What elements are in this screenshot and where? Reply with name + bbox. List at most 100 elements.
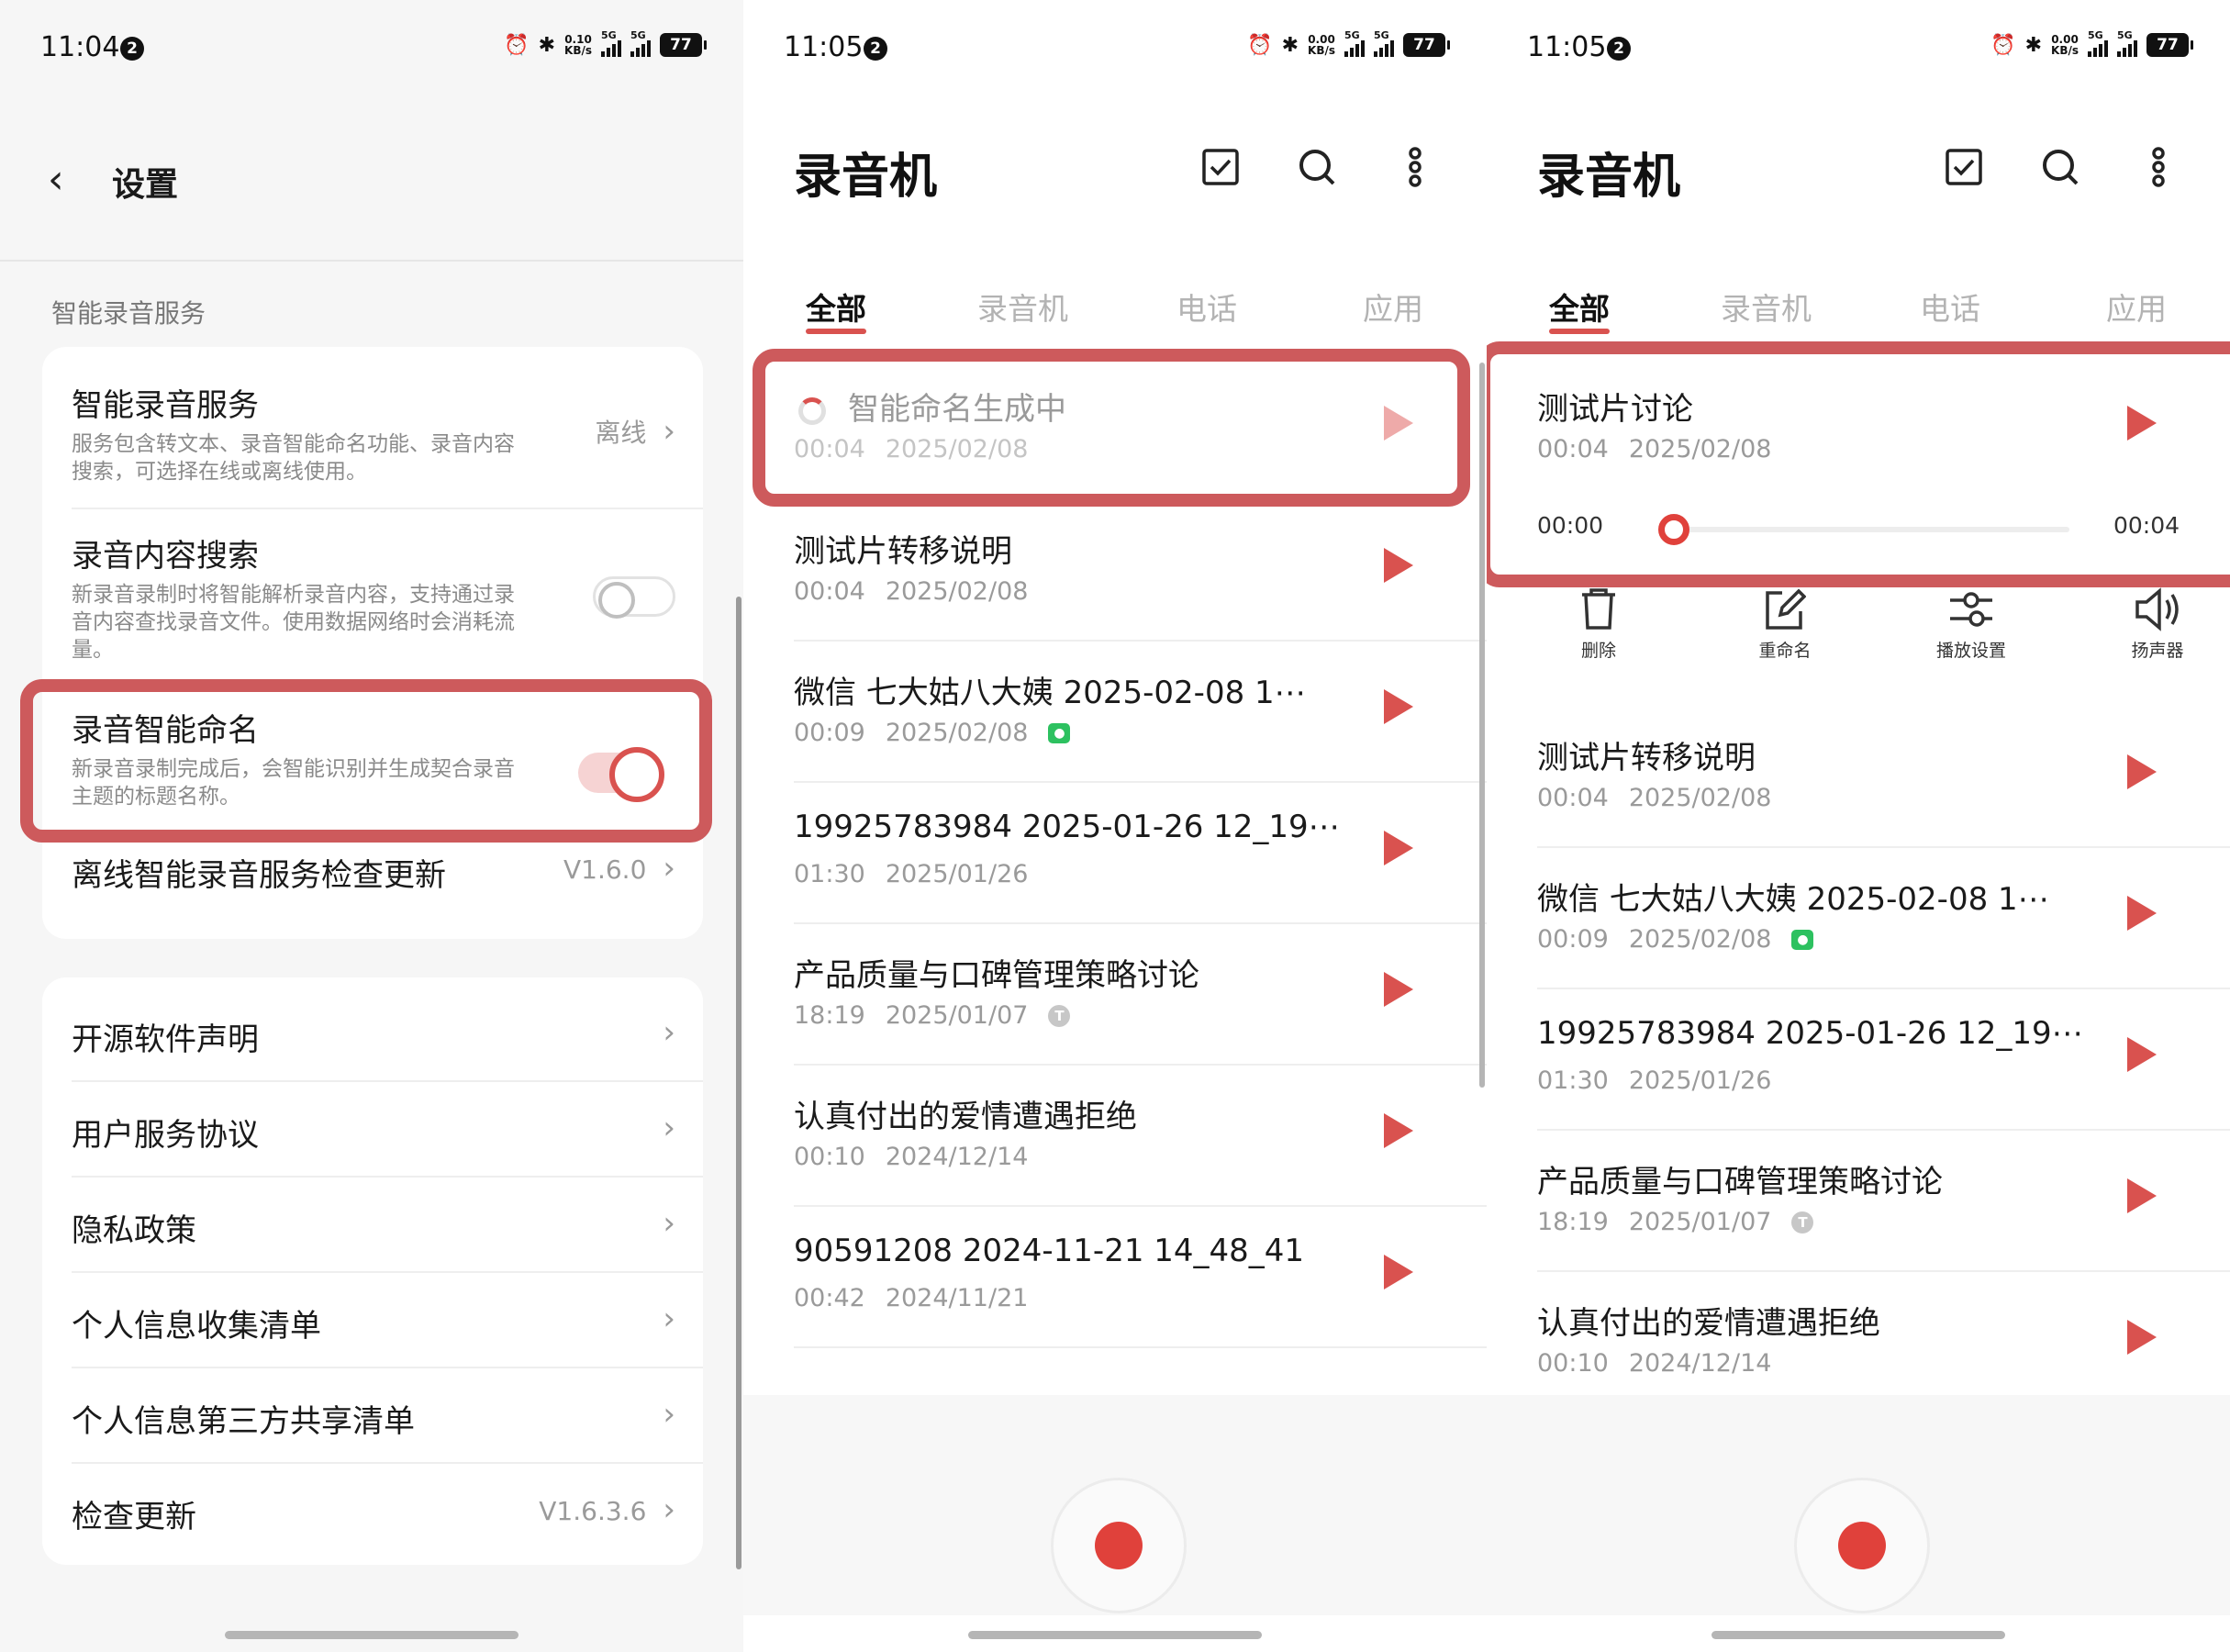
play-icon[interactable] — [2127, 754, 2157, 789]
wechat-icon: ● — [1048, 722, 1071, 743]
chevron-right-icon: › — [663, 1110, 675, 1146]
setting-title: 个人信息第三方共享清单 — [72, 1403, 415, 1440]
home-indicator[interactable] — [225, 1631, 518, 1639]
list-item[interactable]: 测试片转移说明 00:04 2025/02/08 — [794, 500, 1487, 642]
setting-check-update[interactable]: 检查更新 V1.6.3.6 › — [72, 1491, 675, 1546]
speaker-icon — [2135, 587, 2179, 631]
scrollbar[interactable] — [1479, 363, 1485, 1088]
chevron-right-icon: › — [663, 1396, 675, 1433]
tab-apps[interactable]: 应用 — [1363, 285, 1423, 329]
setting-desc: 服务包含转文本、录音智能命名功能、录音内容搜索，可选择在线或离线使用。 — [72, 432, 515, 484]
setting-open-source[interactable]: 开源软件声明 › — [72, 1014, 675, 1069]
bluetooth-icon: ✱ — [1281, 33, 1299, 57]
record-dot-icon — [1095, 1522, 1143, 1569]
select-checkbox-icon[interactable] — [1200, 147, 1241, 187]
setting-offline-update[interactable]: 离线智能录音服务检查更新 V1.6.0 › — [72, 850, 675, 914]
signal-icon: 5G — [1344, 29, 1365, 57]
record-bar — [1487, 1395, 2230, 1615]
setting-user-agreement[interactable]: 用户服务协议 › — [72, 1110, 675, 1165]
tab-recorder[interactable]: 录音机 — [977, 285, 1068, 329]
app-title: 录音机 — [1537, 150, 1681, 205]
play-icon[interactable] — [1384, 972, 1413, 1007]
more-options-icon[interactable] — [2138, 147, 2179, 187]
status-bar: 11:04 2 ⏰ ✱ 0.10 KB/s 5G 5G 77 — [0, 0, 743, 101]
tab-apps[interactable]: 应用 — [2106, 285, 2167, 329]
signal-icon: 5G — [630, 29, 651, 57]
play-icon[interactable] — [1384, 831, 1413, 865]
setting-content-search: 录音内容搜索 新录音录制时将智能解析录音内容，支持通过录音内容查找录音文件。使用… — [72, 530, 675, 668]
list-item[interactable]: 微信 七大姑八大姨 2025-02-08 1⋯ 00:09 2025/02/08 ● — [1537, 848, 2230, 989]
notification-count-icon: 2 — [1607, 37, 1631, 61]
status-bar: 11:05 2 ⏰ ✱ 0.00 KB/s 5G 5G 77 — [743, 0, 1487, 101]
tab-phone[interactable]: 电话 — [1920, 285, 1980, 329]
home-indicator[interactable] — [1712, 1631, 2005, 1639]
setting-desc: 新录音录制时将智能解析录音内容，支持通过录音内容查找录音文件。使用数据网络时会消… — [72, 583, 515, 662]
tab-all[interactable]: 全部 — [1549, 285, 1610, 334]
play-icon[interactable] — [2127, 1320, 2157, 1355]
bluetooth-icon: ✱ — [2024, 33, 2043, 57]
status-icons: ⏰ ✱ 0.00 KB/s 5G 5G 77 — [1247, 29, 1450, 57]
content-search-toggle[interactable] — [593, 576, 675, 619]
settings-sliders-icon — [1950, 592, 1992, 627]
play-icon[interactable] — [1384, 548, 1413, 583]
trash-icon — [1582, 588, 1615, 630]
list-item[interactable]: 产品质量与口碑管理策略讨论 18:19 2025/01/07 T — [1537, 1131, 2230, 1272]
bluetooth-icon: ✱ — [538, 33, 556, 57]
chevron-right-icon: › — [663, 413, 675, 450]
select-checkbox-icon[interactable] — [1944, 147, 1984, 187]
play-icon[interactable] — [1384, 1113, 1413, 1148]
signal-icon: 5G — [1374, 29, 1394, 57]
battery-icon: 77 — [1403, 33, 1450, 57]
playback-settings-button[interactable]: 播放设置 — [1916, 587, 2026, 662]
chevron-right-icon: › — [663, 1300, 675, 1337]
scrollbar[interactable] — [736, 597, 741, 1569]
play-icon[interactable] — [2127, 1178, 2157, 1213]
delete-button[interactable]: 删除 — [1544, 587, 1654, 662]
search-icon[interactable] — [2040, 147, 2080, 187]
record-dot-icon — [1838, 1522, 1886, 1569]
recorder-list-screen: 11:05 2 ⏰ ✱ 0.00 KB/s 5G 5G 77 录音机 全部 录音机… — [743, 0, 1487, 1652]
list-item[interactable]: 认真付出的爱情遭遇拒绝 00:10 2024/12/14 — [794, 1066, 1487, 1207]
list-item[interactable]: 认真付出的爱情遭遇拒绝 00:10 2024/12/14 — [1537, 1272, 2207, 1413]
rename-button[interactable]: 重命名 — [1730, 587, 1840, 662]
setting-title: 智能录音服务 — [72, 387, 259, 424]
page-title: 设置 — [112, 166, 179, 204]
list-item[interactable]: 19925783984 2025-01-26 12_19⋯ 01:30 2025/… — [1537, 989, 2230, 1131]
battery-icon: 77 — [2146, 33, 2193, 57]
alarm-icon: ⏰ — [1990, 33, 2016, 57]
search-icon[interactable] — [1297, 147, 1337, 187]
tab-phone[interactable]: 电话 — [1176, 285, 1237, 329]
status-time: 11:04 — [40, 31, 120, 63]
transcript-badge-icon: T — [1048, 1004, 1071, 1027]
setting-value: 离线 — [595, 418, 647, 448]
wechat-icon: ● — [1791, 929, 1814, 950]
list-item[interactable]: 微信 七大姑八大姨 2025-02-08 1⋯ 00:09 2025/02/08 ● — [794, 642, 1487, 783]
speaker-button[interactable]: 扬声器 — [2102, 587, 2213, 662]
setting-value: V1.6.0 — [563, 854, 647, 885]
setting-value: V1.6.3.6 — [539, 1496, 647, 1526]
more-options-icon[interactable] — [1395, 147, 1435, 187]
setting-third-party-sharing[interactable]: 个人信息第三方共享清单 › — [72, 1396, 675, 1451]
record-button[interactable] — [1051, 1478, 1187, 1613]
list-item[interactable]: 测试片转移说明 00:04 2025/02/08 — [1537, 707, 2230, 848]
play-icon[interactable] — [1384, 1255, 1413, 1289]
home-indicator[interactable] — [968, 1631, 1262, 1639]
list-item[interactable]: 19925783984 2025-01-26 12_19⋯ 01:30 2025/… — [794, 783, 1487, 924]
list-item[interactable]: 90591208 2024-11-21 14_48_41 00:42 2024/1… — [794, 1207, 1487, 1348]
setting-info-collection[interactable]: 个人信息收集清单 › — [72, 1300, 675, 1356]
item-actions: 删除 重命名 播放设置 扬声器 — [1487, 587, 2230, 679]
tab-recorder[interactable]: 录音机 — [1721, 285, 1812, 329]
setting-privacy-policy[interactable]: 隐私政策 › — [72, 1205, 675, 1260]
play-icon[interactable] — [2127, 1037, 2157, 1072]
chevron-right-icon: › — [663, 1205, 675, 1242]
record-button[interactable] — [1794, 1478, 1930, 1613]
notification-count-icon: 2 — [120, 37, 144, 61]
list-item[interactable]: 产品质量与口碑管理策略讨论 18:19 2025/01/07 T — [794, 924, 1487, 1066]
setting-smart-recording-service[interactable]: 智能录音服务 服务包含转文本、录音智能命名功能、录音内容搜索，可选择在线或离线使… — [72, 380, 675, 490]
smart-service-card: 智能录音服务 服务包含转文本、录音智能命名功能、录音内容搜索，可选择在线或离线使… — [42, 347, 703, 939]
back-arrow-icon[interactable]: ‹ — [48, 156, 64, 203]
play-icon[interactable] — [1384, 689, 1413, 724]
play-icon[interactable] — [2127, 896, 2157, 931]
chevron-right-icon: › — [663, 1491, 675, 1528]
tab-all[interactable]: 全部 — [806, 285, 866, 334]
